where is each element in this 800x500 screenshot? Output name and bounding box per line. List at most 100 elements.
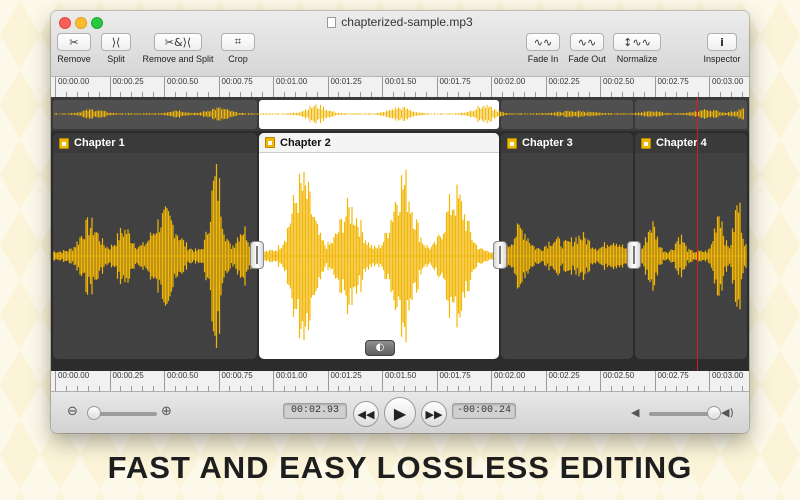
volume-low-icon: ◀ <box>631 406 640 419</box>
fade-out-label: Fade Out <box>568 54 606 64</box>
normalize-icon[interactable]: ↕∿∿ <box>613 33 661 51</box>
chapter-icon <box>265 137 275 148</box>
chapter-2-panel[interactable]: Chapter 2 <box>259 133 499 359</box>
inspector-tool[interactable]: i Inspector <box>699 33 745 64</box>
split-label: Split <box>107 54 125 64</box>
rewind-icon: ◀◀ <box>357 407 375 421</box>
ruler-time-label: 00:01.75 <box>436 371 471 391</box>
fade-out-tool[interactable]: ∿∿ Fade Out <box>565 33 609 64</box>
remove-and-split-tool[interactable]: ✂&⟩⟨ Remove and Split <box>142 33 214 64</box>
ruler-time-label: 00:01.25 <box>327 371 362 391</box>
ruler-time-label: 00:00.50 <box>164 77 198 97</box>
crop-label: Crop <box>228 54 248 64</box>
crop-tool[interactable]: ⌗ Crop <box>221 33 255 64</box>
play-icon: ▶ <box>393 403 407 423</box>
zoom-slider-thumb[interactable] <box>87 406 102 420</box>
ruler-time-label: 00:00.00 <box>55 77 89 97</box>
window-title-text: chapterized-sample.mp3 <box>341 15 473 29</box>
fast-forward-button[interactable]: ▶▶ <box>421 401 447 427</box>
inspector-label: Inspector <box>703 54 741 64</box>
split-tool[interactable]: ⟩⟨ Split <box>101 33 131 64</box>
ruler-time-label: 00:00.75 <box>218 77 253 97</box>
ruler-time-label: 00:02.25 <box>545 371 580 391</box>
chapter-editor[interactable]: Chapter 1 Chapter 2 Chapter 3 Chapter 4 … <box>51 131 749 371</box>
ruler-time-label: 00:00.25 <box>109 371 144 391</box>
chapter-split-handle[interactable] <box>250 241 264 269</box>
ruler-time-label: 00:01.75 <box>436 77 471 97</box>
remove-tool[interactable]: ✂ Remove <box>57 33 91 64</box>
chapter-4-title: Chapter 4 <box>656 137 707 149</box>
chapter-icon <box>59 137 69 149</box>
split-icon[interactable]: ⟩⟨ <box>101 33 131 51</box>
chapter-4-panel[interactable]: Chapter 4 <box>635 133 747 359</box>
ruler-time-label: 00:01.00 <box>273 371 307 391</box>
chapter-waveform[interactable] <box>635 153 747 359</box>
chapter-waveform[interactable] <box>501 153 633 359</box>
chapter-3-title: Chapter 3 <box>522 137 573 149</box>
remaining-time-display: -00:00.24 <box>452 403 516 419</box>
gain-knob-icon[interactable]: ◐ <box>365 340 395 356</box>
document-icon <box>327 17 337 28</box>
scissors-icon[interactable]: ✂ <box>57 33 91 51</box>
fade-out-icon[interactable]: ∿∿ <box>570 33 604 51</box>
overview-playhead <box>697 97 698 131</box>
ruler-time-label: 00:00.50 <box>164 371 198 391</box>
chapter-waveform[interactable] <box>53 153 257 359</box>
ruler-time-label: 00:02.75 <box>654 371 689 391</box>
remove-split-icon[interactable]: ✂&⟩⟨ <box>154 33 202 51</box>
info-icon[interactable]: i <box>707 33 737 51</box>
overview-waveform <box>54 104 744 124</box>
chapter-1-header[interactable]: Chapter 1 <box>53 133 257 153</box>
chapter-3-panel[interactable]: Chapter 3 <box>501 133 633 359</box>
normalize-tool[interactable]: ↕∿∿ Normalize <box>611 33 663 64</box>
ruler-time-label: 00:00.00 <box>55 371 89 391</box>
zoom-out-icon[interactable]: ⊖ <box>67 404 78 419</box>
chapter-split-handle[interactable] <box>493 241 507 269</box>
volume-slider-thumb[interactable] <box>707 406 722 420</box>
rewind-button[interactable]: ◀◀ <box>353 401 379 427</box>
ruler-time-label: 00:03.00 <box>709 371 743 391</box>
window-title: chapterized-sample.mp3 <box>51 15 749 29</box>
ruler-time-label: 00:03.00 <box>709 77 743 97</box>
fade-in-icon[interactable]: ∿∿ <box>526 33 560 51</box>
app-window: chapterized-sample.mp3 ✂ Remove ⟩⟨ Split… <box>51 11 749 433</box>
playhead[interactable] <box>697 131 698 371</box>
fast-forward-icon: ▶▶ <box>425 407 443 421</box>
ruler-time-label: 00:02.00 <box>491 77 525 97</box>
remove-label: Remove <box>57 54 91 64</box>
tagline: FAST AND EASY LOSSLESS EDITING <box>107 450 693 485</box>
chapter-3-header[interactable]: Chapter 3 <box>501 133 633 153</box>
overview-strip[interactable] <box>51 97 749 131</box>
timeline-ruler-bottom: 00:00.00 00:00.25 00:00.50 00:00.75 00:01.00… <box>51 371 749 391</box>
chapter-2-title: Chapter 2 <box>280 136 331 149</box>
transport-bar: ⊖ ⊕ 00:02.93 ◀◀ ▶ ▶▶ -00:00.24 ◀ ◀) <box>51 391 749 433</box>
chapter-icon <box>641 137 651 149</box>
chapter-icon <box>507 137 517 149</box>
play-button[interactable]: ▶ <box>384 397 416 429</box>
titlebar: chapterized-sample.mp3 ✂ Remove ⟩⟨ Split… <box>51 11 749 77</box>
volume-high-icon: ◀) <box>721 406 734 419</box>
zoom-in-icon[interactable]: ⊕ <box>161 404 172 419</box>
normalize-label: Normalize <box>616 54 658 64</box>
ruler-time-label: 00:01.25 <box>327 77 362 97</box>
chapter-2-header[interactable]: Chapter 2 <box>259 133 499 153</box>
ruler-time-label: 00:01.50 <box>382 371 416 391</box>
chapter-4-header[interactable]: Chapter 4 <box>635 133 747 153</box>
ruler-time-label: 00:02.00 <box>491 371 525 391</box>
ruler-time-label: 00:02.75 <box>654 77 689 97</box>
fade-in-tool[interactable]: ∿∿ Fade In <box>525 33 561 64</box>
chapter-waveform[interactable] <box>259 153 499 359</box>
ruler-time-label: 00:02.25 <box>545 77 580 97</box>
timeline-ruler-top: 00:00.00 00:00.25 00:00.50 00:00.75 00:01.00… <box>51 77 749 97</box>
ruler-time-label: 00:02.50 <box>600 77 634 97</box>
remove-and-split-label: Remove and Split <box>142 54 214 64</box>
ruler-time-label: 00:00.25 <box>109 77 144 97</box>
chapter-1-panel[interactable]: Chapter 1 <box>53 133 257 359</box>
ruler-time-label: 00:00.75 <box>218 371 253 391</box>
crop-icon[interactable]: ⌗ <box>221 33 255 51</box>
chapter-split-handle[interactable] <box>627 241 641 269</box>
chapter-1-title: Chapter 1 <box>74 137 125 149</box>
ruler-time-label: 00:02.50 <box>600 371 634 391</box>
fade-in-label: Fade In <box>527 54 559 64</box>
current-time-display: 00:02.93 <box>283 403 347 419</box>
